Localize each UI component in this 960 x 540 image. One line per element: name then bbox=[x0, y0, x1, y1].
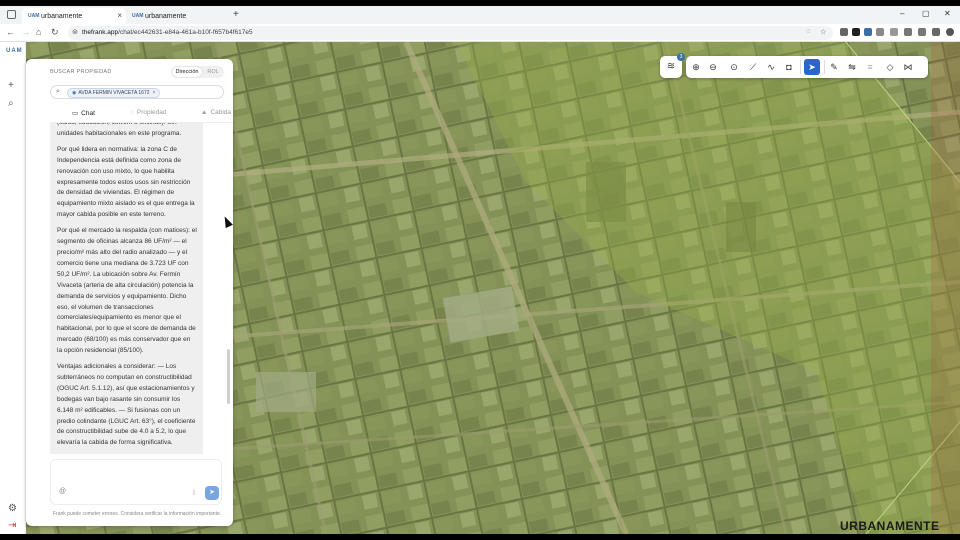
send-button[interactable]: ➤ bbox=[205, 486, 219, 500]
tab-label: Cabida bbox=[210, 109, 232, 116]
camera-icon[interactable]: ◘ bbox=[783, 61, 795, 73]
toggle-direccion[interactable]: Dirección bbox=[172, 67, 202, 77]
pin-icon: ◉ bbox=[72, 90, 77, 96]
eraser-icon[interactable]: ◇ bbox=[884, 61, 896, 73]
new-tab-icon[interactable]: + bbox=[233, 9, 239, 20]
property-panel: BUSCAR PROPIEDAD Dirección ROL ⌕ ◉ AVDA F… bbox=[26, 59, 233, 526]
close-tab-icon[interactable]: × bbox=[117, 11, 122, 20]
attach-icon[interactable]: ⇩ bbox=[191, 489, 197, 497]
zoom-out-icon[interactable]: ⊖ bbox=[707, 61, 719, 73]
layers-count-badge: 3 bbox=[677, 53, 685, 61]
browser-tab-active[interactable]: UAM urbanamente × bbox=[22, 8, 126, 24]
extension-icon[interactable] bbox=[852, 28, 860, 36]
search-icon: ⌕ bbox=[56, 88, 60, 95]
favicon-icon: UAM bbox=[132, 12, 144, 19]
tab-title: urbanamente bbox=[145, 12, 187, 20]
message-paragraph: Ventajas adicionales a considerar: — Los… bbox=[57, 363, 196, 447]
route-icon[interactable]: ⇋ bbox=[846, 61, 858, 73]
extension-icon[interactable] bbox=[904, 28, 912, 36]
browser-tab-inactive[interactable]: UAM urbanamente bbox=[126, 8, 230, 24]
remove-chip-icon[interactable]: × bbox=[153, 90, 156, 96]
assistant-message: (salud, educación, cowork u oficinas). S… bbox=[50, 123, 203, 454]
layers-icon: ≋ bbox=[666, 61, 676, 72]
search-mode-toggle: Dirección ROL bbox=[171, 66, 224, 78]
app: UAM + ⌕ ⚙ ⇥ ≋ 3 ⊕ ⊖ ⊙ ⟋ ∿ ◘ ➤ ✎ ⇋ ≡ ◇ ⋈ … bbox=[0, 42, 960, 534]
home-icon[interactable]: ⌂ bbox=[36, 27, 41, 37]
favicon-icon: UAM bbox=[28, 12, 40, 19]
address-chip[interactable]: ◉ AVDA FERMIN VIVACETA 1672 × bbox=[67, 88, 161, 98]
disclaimer: Frank puede cometer errores. Considera v… bbox=[53, 511, 222, 517]
left-rail: UAM + ⌕ ⚙ ⇥ bbox=[0, 42, 26, 534]
tab-cabida[interactable]: ▲ Cabida bbox=[201, 109, 231, 116]
screen: UAM urbanamente × UAM urbanamente + – ▢ … bbox=[0, 6, 960, 534]
map-toolbar: ⊕ ⊖ ⊙ ⟋ ∿ ◘ ➤ ✎ ⇋ ≡ ◇ ⋈ bbox=[686, 56, 928, 78]
message-paragraph: Por qué lidera en normativa: la zona C d… bbox=[57, 145, 195, 219]
reload-icon[interactable]: ↻ bbox=[51, 27, 59, 38]
share-icon[interactable]: ⋈ bbox=[902, 61, 914, 73]
pencil-icon[interactable]: ✎ bbox=[828, 61, 840, 73]
extension-icon[interactable] bbox=[876, 28, 884, 36]
forward-icon[interactable]: → bbox=[21, 27, 30, 37]
chat-scrollbar[interactable] bbox=[227, 349, 230, 404]
chat-icon: ▭ bbox=[72, 110, 79, 117]
address-bar: ← → ⌂ ↻ ⊜ thefrank.app/chat/ec442631-e84… bbox=[0, 24, 960, 42]
browser-tab-bar: UAM urbanamente × UAM urbanamente + – ▢ … bbox=[0, 6, 960, 24]
toggle-rol[interactable]: ROL bbox=[204, 67, 222, 77]
site-info-icon[interactable]: ⊜ bbox=[72, 28, 78, 36]
extension-icon[interactable] bbox=[864, 28, 872, 36]
tab-label: Propiedad bbox=[136, 109, 167, 116]
ruler-icon[interactable]: ⟋ bbox=[747, 61, 759, 73]
back-icon[interactable]: ← bbox=[6, 27, 15, 37]
app-logo[interactable]: UAM bbox=[6, 48, 22, 54]
logout-icon[interactable]: ⇥ bbox=[8, 520, 16, 531]
extension-icon[interactable] bbox=[890, 28, 898, 36]
brand-watermark: URBANAMENTE bbox=[840, 519, 940, 533]
url-path: /chat/ec442631-e84a-461a-b10f-f657b4f617… bbox=[118, 29, 253, 36]
profile-avatar[interactable] bbox=[946, 28, 954, 36]
tab-label: Chat bbox=[81, 110, 95, 117]
zoom-in-icon[interactable]: ⊕ bbox=[690, 61, 702, 73]
workspace-icon[interactable] bbox=[7, 10, 16, 19]
pin-icon[interactable]: ⊙ bbox=[728, 61, 740, 73]
layers-button[interactable]: ≋ 3 bbox=[660, 53, 685, 78]
settings-gear-icon[interactable]: ⚙ bbox=[8, 503, 17, 514]
property-search-input[interactable]: ⌕ ◉ AVDA FERMIN VIVACETA 1672 × bbox=[50, 85, 224, 99]
path-icon[interactable]: ∿ bbox=[765, 61, 777, 73]
close-window-icon[interactable]: ✕ bbox=[944, 9, 951, 18]
extension-icon[interactable] bbox=[918, 28, 926, 36]
address-chip-label: AVDA FERMIN VIVACETA 1672 bbox=[78, 90, 150, 96]
chat-composer[interactable]: @ ⇩ ➤ bbox=[50, 459, 222, 505]
maximize-icon[interactable]: ▢ bbox=[922, 9, 930, 18]
panel-tabs: ▭ Chat ◌ Propiedad ▲ Cabida bbox=[50, 107, 233, 123]
select-icon[interactable]: ➤ bbox=[804, 59, 820, 75]
tab-chat[interactable]: ▭ Chat bbox=[72, 109, 95, 117]
tracking-icon[interactable]: ◌ bbox=[806, 28, 810, 35]
extension-icon[interactable] bbox=[840, 28, 848, 36]
message-paragraph: Por qué el mercado la respalda (con mati… bbox=[57, 227, 197, 355]
url-domain: thefrank.app bbox=[82, 29, 119, 36]
message-paragraph: (salud, educación, cowork u oficinas). S… bbox=[57, 123, 182, 137]
new-chat-icon[interactable]: + bbox=[8, 80, 14, 91]
url-input[interactable]: ⊜ thefrank.app/chat/ec442631-e84a-461a-b… bbox=[68, 26, 833, 40]
tab-propiedad[interactable]: ◌ Propiedad bbox=[130, 109, 167, 116]
hatch-icon[interactable]: ≡ bbox=[864, 61, 876, 73]
search-icon[interactable]: ⌕ bbox=[8, 98, 14, 109]
panel-title: BUSCAR PROPIEDAD bbox=[50, 69, 112, 75]
property-icon: ◌ bbox=[130, 109, 134, 116]
mention-icon[interactable]: @ bbox=[59, 488, 66, 495]
extension-icon[interactable] bbox=[932, 28, 940, 36]
tab-title: urbanamente bbox=[41, 12, 83, 20]
bookmark-star-icon[interactable]: ☆ bbox=[820, 28, 826, 36]
minimize-icon[interactable]: – bbox=[900, 9, 904, 18]
capacity-icon: ▲ bbox=[201, 109, 208, 116]
